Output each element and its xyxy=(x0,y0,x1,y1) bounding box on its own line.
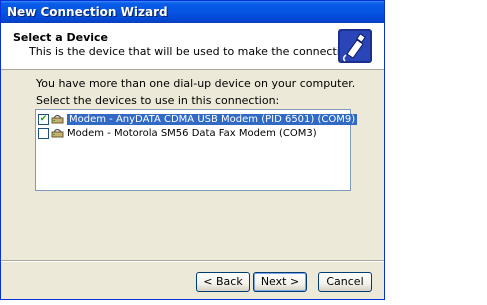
device-checkbox[interactable]: ✔ xyxy=(38,113,49,125)
device-label: Modem - AnyDATA CDMA USB Modem (PID 6501… xyxy=(67,113,358,125)
device-item-motorola[interactable]: Modem - Motorola SM56 Data Fax Modem (CO… xyxy=(38,126,348,140)
back-button[interactable]: < Back xyxy=(196,272,250,292)
footer-divider xyxy=(1,260,384,262)
intro-text: You have more than one dial-up device on… xyxy=(36,77,356,90)
page-subtitle: This is the device that will be used to … xyxy=(29,45,358,58)
modem-icon xyxy=(51,128,64,138)
phone-plug-icon xyxy=(337,28,373,64)
window-title: New Connection Wizard xyxy=(7,5,168,19)
page-title: Select a Device xyxy=(13,31,108,44)
device-checkbox[interactable] xyxy=(38,127,49,139)
title-bar[interactable]: New Connection Wizard xyxy=(1,1,384,23)
device-list[interactable]: ✔ Modem - AnyDATA CDMA USB Modem (PID 65… xyxy=(35,109,358,191)
device-label: Modem - Motorola SM56 Data Fax Modem (CO… xyxy=(67,127,317,139)
device-list-label: Select the devices to use in this connec… xyxy=(36,94,280,107)
wizard-header: Select a Device This is the device that … xyxy=(1,23,384,70)
modem-icon xyxy=(51,114,64,124)
cancel-button[interactable]: Cancel xyxy=(318,272,372,292)
device-item-anydata[interactable]: ✔ Modem - AnyDATA CDMA USB Modem (PID 65… xyxy=(38,112,358,126)
wizard-window: New Connection Wizard Select a Device Th… xyxy=(0,0,385,300)
next-button[interactable]: Next > xyxy=(253,272,307,292)
